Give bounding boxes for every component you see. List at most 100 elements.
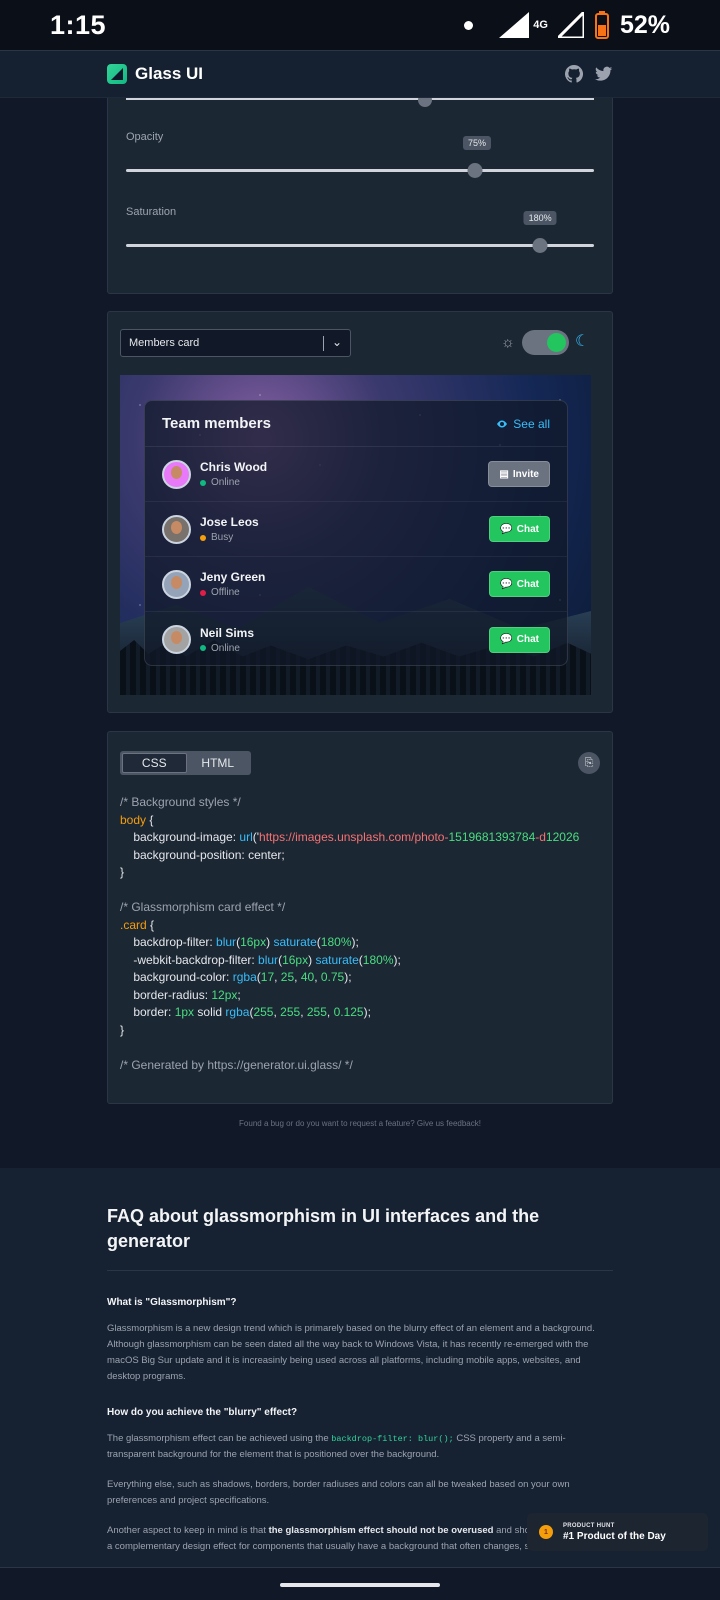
list-item: Neil Sims Online 💬 Chat: [145, 612, 567, 667]
code-line: /* Glassmorphism card effect */: [120, 900, 286, 914]
code-line: border: 1px solid rgba(255, 255, 255, 0.…: [120, 1005, 371, 1019]
member-action-button[interactable]: 💬 Chat: [489, 516, 550, 542]
code-line: .card {: [120, 917, 155, 932]
faq-answer-3: Everything else, such as shadows, border…: [107, 1479, 570, 1506]
saturation-tooltip: 180%: [523, 211, 557, 225]
saturation-track[interactable]: [126, 244, 594, 247]
system-nav-bar: [0, 1567, 720, 1600]
faq-title: FAQ about glassmorphism in UI interfaces…: [107, 1206, 540, 1251]
medal-icon: 1: [539, 1525, 553, 1539]
code-line: body {: [120, 812, 154, 827]
code-tabs: CSS HTML: [120, 751, 251, 775]
home-indicator[interactable]: [280, 1583, 440, 1587]
template-select[interactable]: Members card ⌄: [120, 329, 351, 357]
member-action-button[interactable]: ▤ Invite: [488, 461, 550, 487]
saturation-knob[interactable]: [532, 238, 548, 253]
opacity-tooltip: 75%: [462, 136, 492, 150]
sun-icon: ☼: [501, 334, 515, 351]
list-item: Jose Leos Busy 💬 Chat: [145, 502, 567, 557]
clipboard-icon: ⎘: [584, 756, 594, 769]
see-all-label: See all: [513, 416, 550, 431]
code-panel: CSS HTML ⎘ /* Background styles */ body {…: [107, 731, 613, 1104]
top-nav: Glass UI: [0, 50, 720, 98]
eye-icon: [497, 420, 508, 427]
member-action-button[interactable]: 💬 Chat: [489, 626, 550, 653]
chevron-down-icon[interactable]: ⌄: [332, 335, 342, 349]
card-header: Team members See all: [145, 401, 567, 447]
github-icon[interactable]: [565, 65, 583, 83]
code-line: }: [120, 1022, 125, 1037]
opacity-label: Opacity: [126, 131, 164, 143]
twitter-icon[interactable]: [595, 65, 613, 83]
status-dot-icon: [200, 589, 206, 596]
member-status: Busy: [200, 532, 259, 543]
code-line: background-color: rgba(17, 25, 40, 0.75)…: [120, 970, 352, 984]
status-bar: 1:15 4G 52%: [0, 0, 720, 50]
code-block: /* Background styles */ body { background…: [120, 794, 612, 1074]
faq-answer-2: The glassmorphism effect can be achieved…: [107, 1433, 566, 1460]
member-action-button[interactable]: 💬 Chat: [489, 571, 550, 597]
avatar: [162, 514, 191, 544]
tab-html[interactable]: HTML: [187, 753, 250, 773]
notification-dot-icon: [464, 20, 474, 30]
member-name: Jeny Green: [200, 570, 266, 584]
code-line: border-radius: 12px;: [120, 987, 241, 1002]
copy-code-button[interactable]: ⎘: [578, 752, 600, 774]
settings-panel: Opacity 75% Saturation 180%: [107, 80, 613, 294]
code-line: }: [120, 865, 125, 879]
status-dot-icon: [200, 645, 206, 651]
code-line: background-image: url('https://images.un…: [120, 830, 580, 844]
inline-code: backdrop-filter: blur();: [331, 1434, 454, 1444]
preview-background: Team members See all Chris Wood Online ▤ In…: [120, 375, 591, 695]
badge-kicker: PRODUCT HUNT: [563, 1522, 615, 1529]
opacity-knob[interactable]: [467, 163, 483, 178]
blur-slider-track[interactable]: [126, 98, 594, 100]
member-name: Neil Sims: [200, 625, 255, 640]
battery-icon: [594, 11, 609, 39]
logo-icon: [107, 64, 127, 84]
app-name: Glass UI: [135, 64, 204, 83]
network-type: 4G: [533, 19, 548, 31]
chat-icon: 💬: [500, 523, 513, 535]
tab-css[interactable]: CSS: [122, 753, 187, 773]
code-line: -webkit-backdrop-filter: blur(16px) satu…: [120, 952, 401, 967]
status-dot-icon: [200, 479, 206, 486]
faq-divider: [107, 1270, 613, 1271]
glass-card: Team members See all Chris Wood Online ▤ In…: [144, 400, 568, 666]
chat-icon: 💬: [500, 634, 513, 645]
member-name: Chris Wood: [200, 460, 268, 474]
logo[interactable]: Glass UI: [107, 64, 203, 84]
opacity-track[interactable]: [126, 169, 594, 172]
status-dot-icon: [200, 534, 206, 541]
moon-icon: ☾: [575, 333, 590, 350]
battery-percent: 52%: [619, 10, 670, 39]
code-line: background-position: center;: [120, 847, 285, 862]
avatar: [162, 569, 191, 599]
faq-question-2: How do you achieve the "blurry" effect?: [107, 1407, 298, 1418]
clipboard-icon: ▤: [499, 468, 509, 480]
avatar: [162, 625, 191, 654]
opacity-slider[interactable]: Opacity 75%: [126, 131, 594, 178]
saturation-slider[interactable]: Saturation 180%: [126, 206, 594, 253]
chat-icon: 💬: [500, 578, 513, 590]
list-item: Chris Wood Online ▤ Invite: [145, 447, 567, 502]
feedback-text[interactable]: Found a bug or do you want to request a …: [0, 1119, 720, 1128]
template-select-value: Members card: [129, 337, 200, 349]
member-name: Jose Leos: [200, 515, 259, 529]
faq-question-1: What is "Glassmorphism"?: [107, 1297, 237, 1308]
select-separator: [323, 336, 324, 351]
signal-icon: [499, 12, 530, 38]
status-time: 1:15: [50, 9, 107, 40]
faq-answer-1: Glassmorphism is a new design trend whic…: [107, 1323, 595, 1382]
code-line: /* Generated by https://generator.ui.gla…: [120, 1057, 353, 1072]
theme-toggle[interactable]: [522, 330, 569, 355]
see-all-link[interactable]: See all: [496, 417, 550, 431]
list-item: Jeny Green Offline 💬 Chat: [145, 557, 567, 612]
signal-2-icon: [557, 12, 584, 38]
members-list: Chris Wood Online ▤ Invite Jose Leos Busy 💬 Cha…: [145, 447, 567, 667]
avatar: [162, 459, 191, 489]
product-hunt-badge[interactable]: 1 PRODUCT HUNT #1 Product of the Day: [527, 1513, 708, 1551]
member-status: Online: [200, 477, 267, 488]
